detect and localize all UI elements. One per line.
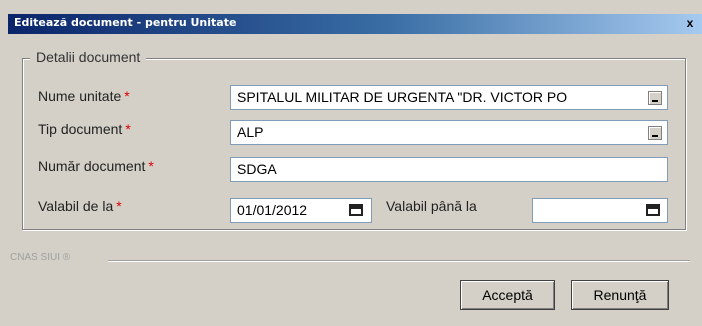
document-number-label: Număr document * <box>38 158 154 174</box>
valid-from-label-text: Valabil de la <box>38 198 114 214</box>
cancel-button[interactable]: Renunţă <box>571 280 669 310</box>
required-marker: * <box>116 198 122 214</box>
required-marker: * <box>124 88 130 104</box>
valid-from-value: 01/01/2012 <box>237 202 308 218</box>
unit-name-label: Nume unitate * <box>38 88 130 104</box>
document-type-label: Tip document * <box>38 121 131 137</box>
separator-label: CNAS SIUI ® <box>10 252 71 263</box>
window-title: Editează document - pentru Unitate <box>14 16 237 29</box>
accept-button-label: Acceptă <box>482 287 533 303</box>
group-legend: Detalii document <box>30 49 147 65</box>
unit-name-field[interactable]: SPITALUL MILITAR DE URGENTA "DR. VICTOR … <box>230 85 668 110</box>
document-number-label-text: Număr document <box>38 158 146 174</box>
title-bar[interactable]: Editează document - pentru Unitate x <box>8 14 702 34</box>
required-marker: * <box>148 158 154 174</box>
document-type-field[interactable]: ALP <box>230 120 668 145</box>
document-number-input[interactable]: SDGA <box>230 157 668 182</box>
document-type-label-text: Tip document <box>38 121 123 137</box>
document-type-value: ALP <box>237 124 264 140</box>
close-button[interactable]: x <box>682 16 698 30</box>
unit-name-label-text: Nume unitate <box>38 88 122 104</box>
calendar-icon[interactable] <box>646 204 660 216</box>
document-number-value: SDGA <box>237 161 277 177</box>
valid-until-label: Valabil până la <box>386 198 477 214</box>
edit-document-dialog: Editează document - pentru Unitate x Det… <box>0 0 702 326</box>
cancel-button-label: Renunţă <box>593 287 647 303</box>
document-type-lookup-button[interactable] <box>648 126 662 140</box>
required-marker: * <box>125 121 131 137</box>
calendar-icon[interactable] <box>349 204 363 216</box>
accept-button[interactable]: Acceptă <box>460 280 555 310</box>
unit-name-value: SPITALUL MILITAR DE URGENTA "DR. VICTOR … <box>237 89 568 105</box>
valid-from-label: Valabil de la * <box>38 198 122 214</box>
unit-lookup-button[interactable] <box>648 91 662 105</box>
separator-line <box>108 260 690 262</box>
